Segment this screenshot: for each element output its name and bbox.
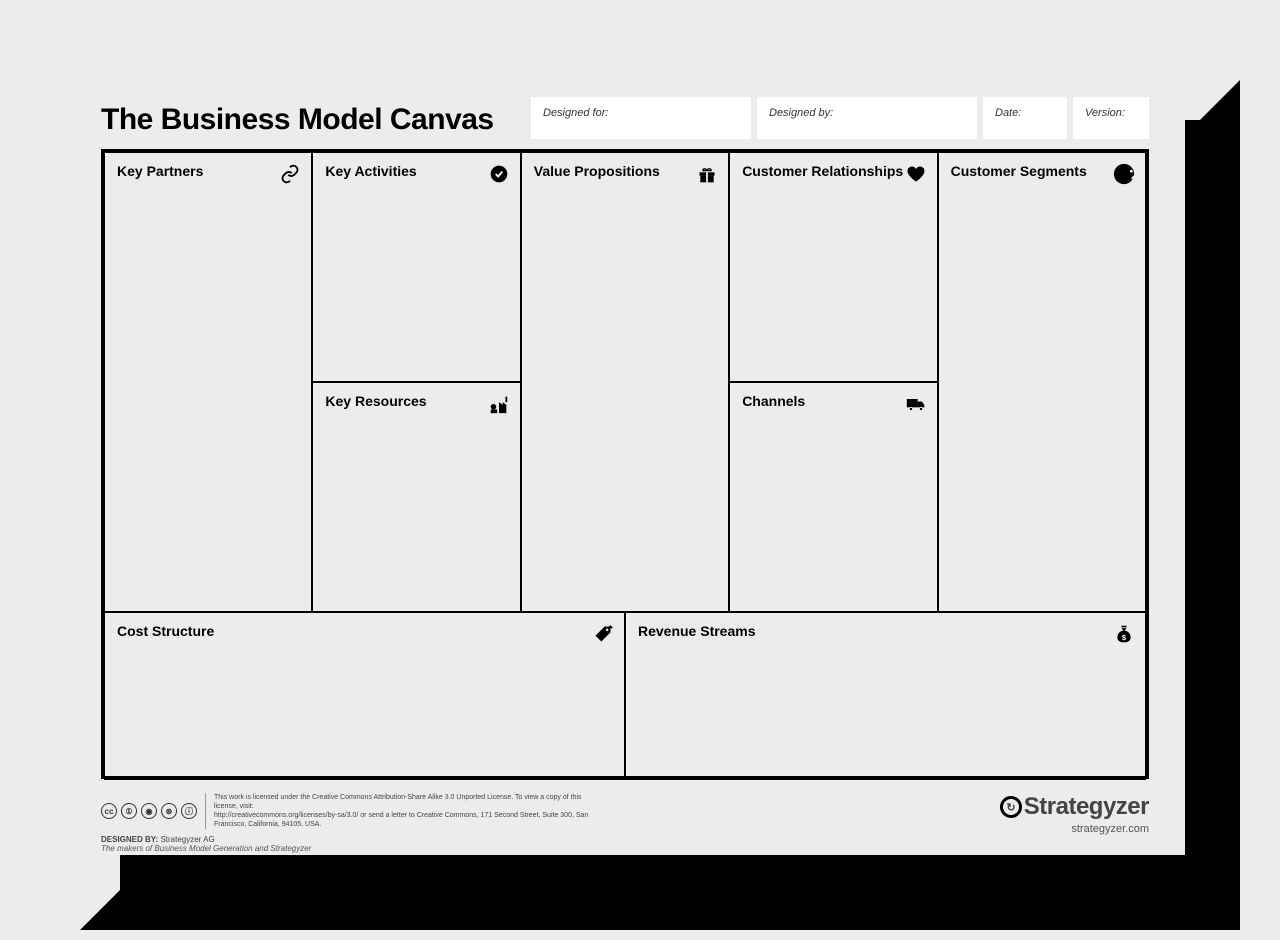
cell-key-partners[interactable]: Key Partners: [104, 152, 312, 612]
cell-title: Key Partners: [117, 163, 299, 179]
designed-for-box[interactable]: Designed for:: [531, 97, 751, 139]
strategyzer-logo: ↻Strategyzer: [1000, 793, 1149, 821]
cell-revenue-streams[interactable]: Revenue Streams $: [625, 612, 1146, 780]
cell-key-resources[interactable]: Key Resources: [312, 382, 520, 612]
cell-key-activities[interactable]: Key Activities: [312, 152, 520, 382]
cell-customer-segments[interactable]: Customer Segments: [938, 152, 1146, 612]
license-text: This work is licensed under the Creative…: [205, 793, 605, 829]
cc-license-icons: cc ① ◉ ⊛ ⓘ: [101, 803, 197, 819]
cell-title: Key Activities: [325, 163, 507, 179]
designed-by-box[interactable]: Designed by:: [757, 97, 977, 139]
truck-icon: [905, 393, 927, 415]
cell-title: Customer Segments: [951, 163, 1133, 179]
cell-title: Revenue Streams: [638, 623, 1133, 639]
heart-icon: [905, 163, 927, 185]
canvas-page: The Business Model Canvas Designed for: …: [65, 65, 1185, 855]
link-icon: [279, 163, 301, 185]
cell-title: Cost Structure: [117, 623, 612, 639]
factory-icon: [488, 393, 510, 415]
cell-channels[interactable]: Channels: [729, 382, 937, 612]
designed-by-credit: DESIGNED BY: Strategyzer AG: [101, 835, 605, 844]
money-bag-icon: $: [1113, 623, 1135, 645]
cell-cost-structure[interactable]: Cost Structure: [104, 612, 625, 780]
cell-title: Customer Relationships: [742, 163, 924, 179]
price-tag-icon: [592, 623, 614, 645]
page-title: The Business Model Canvas: [101, 97, 494, 137]
cell-title: Key Resources: [325, 393, 507, 409]
cell-customer-relationships[interactable]: Customer Relationships: [729, 152, 937, 382]
makers-credit: The makers of Business Model Generation …: [101, 844, 605, 853]
cell-value-propositions[interactable]: Value Propositions: [521, 152, 729, 612]
cell-title: Value Propositions: [534, 163, 716, 179]
person-circle-icon: [1113, 163, 1135, 185]
business-model-canvas: Key Partners Key Activities Key Resource…: [101, 149, 1149, 779]
gift-icon: [696, 163, 718, 185]
version-box[interactable]: Version:: [1073, 97, 1149, 139]
checkmark-circle-icon: [488, 163, 510, 185]
cell-title: Channels: [742, 393, 924, 409]
logo-url: strategyzer.com: [1000, 823, 1149, 835]
date-box[interactable]: Date:: [983, 97, 1067, 139]
